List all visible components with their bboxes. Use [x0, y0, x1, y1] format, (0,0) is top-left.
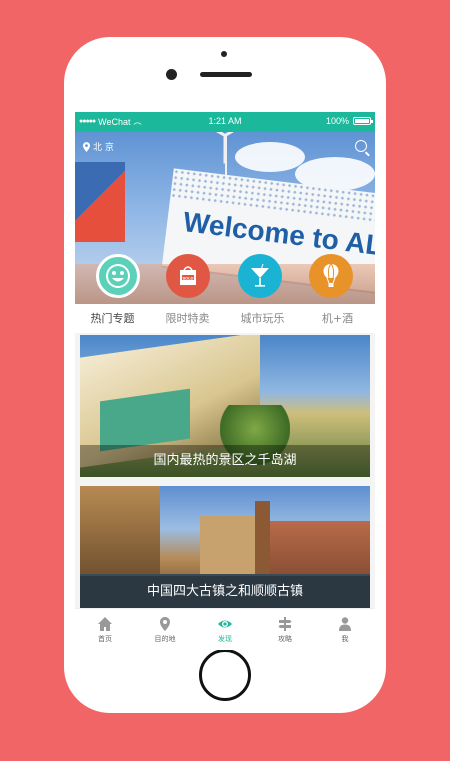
tabbar-item-me[interactable]: 我	[315, 609, 375, 650]
cloud	[235, 142, 305, 172]
battery-icon	[353, 117, 373, 125]
proximity-sensor	[221, 51, 227, 57]
tabbar-label: 攻略	[278, 634, 292, 643]
topic-card[interactable]: 中国四大古镇之和顺顺古镇	[80, 486, 370, 608]
tabbar-item-destination[interactable]: 目的地	[135, 609, 195, 650]
map-pin-icon	[83, 141, 90, 152]
category-tabs: 热门专题 限时特卖 城市玩乐 机+酒	[75, 304, 375, 333]
topic-card[interactable]: 国内最热的景区之千岛湖	[80, 335, 370, 477]
status-bar: ●●●●● WeChat ︵ 1:21 AM 100%	[75, 112, 375, 132]
category-drinks[interactable]	[238, 254, 282, 298]
category-smiley[interactable]	[96, 254, 140, 298]
location-pin-icon	[160, 616, 170, 631]
card-image-tower	[255, 501, 270, 576]
person-icon	[339, 616, 351, 631]
card-caption: 国内最热的景区之千岛湖	[80, 445, 370, 477]
tabbar-item-discover[interactable]: 发现	[195, 609, 255, 650]
category-shopping[interactable]: SOLD	[166, 254, 210, 298]
app-screen: ●●●●● WeChat ︵ 1:21 AM 100% Welcome to A…	[75, 112, 375, 650]
home-button[interactable]	[199, 649, 251, 701]
card-caption: 中国四大古镇之和顺顺古镇	[80, 576, 370, 608]
tab-hot-topics[interactable]: 热门专题	[75, 304, 150, 333]
sold-badge: SOLD	[182, 275, 193, 280]
banner-flag	[75, 162, 125, 242]
location-label: 北 京	[93, 143, 114, 153]
eye-icon	[218, 620, 232, 627]
windmill-blade	[200, 132, 226, 137]
card-image-house	[80, 486, 160, 581]
search-icon[interactable]	[355, 140, 367, 152]
windmill-blade	[223, 135, 227, 164]
tabbar-item-guides[interactable]: 攻略	[255, 609, 315, 650]
category-balloon[interactable]	[309, 254, 353, 298]
smiley-icon	[106, 264, 130, 288]
location-selector[interactable]: 北 京	[83, 140, 114, 153]
tabbar-label: 目的地	[154, 634, 176, 643]
tab-flash-sale[interactable]: 限时特卖	[150, 304, 225, 333]
tabbar-label: 我	[341, 634, 349, 643]
tabbar-label: 发现	[218, 634, 232, 643]
tabbar-item-home[interactable]: 首页	[75, 609, 135, 650]
shopping-bag-icon: SOLD	[180, 266, 196, 285]
windmill-blade	[224, 132, 250, 137]
earpiece-speaker	[200, 72, 252, 77]
tab-flight-hotel[interactable]: 机+酒	[300, 304, 375, 333]
bottom-tab-bar: 首页 目的地 发现 攻略 我	[75, 608, 375, 650]
card-image-house	[270, 521, 370, 576]
signpost-icon	[278, 616, 292, 631]
cocktail-icon	[251, 263, 269, 287]
front-camera	[166, 69, 177, 80]
battery-percent: 100%	[325, 116, 349, 126]
tabbar-label: 首页	[98, 634, 112, 643]
card-image-house	[200, 516, 260, 576]
tab-city-fun[interactable]: 城市玩乐	[225, 304, 300, 333]
home-icon	[98, 616, 112, 631]
balloon-icon	[323, 263, 339, 287]
